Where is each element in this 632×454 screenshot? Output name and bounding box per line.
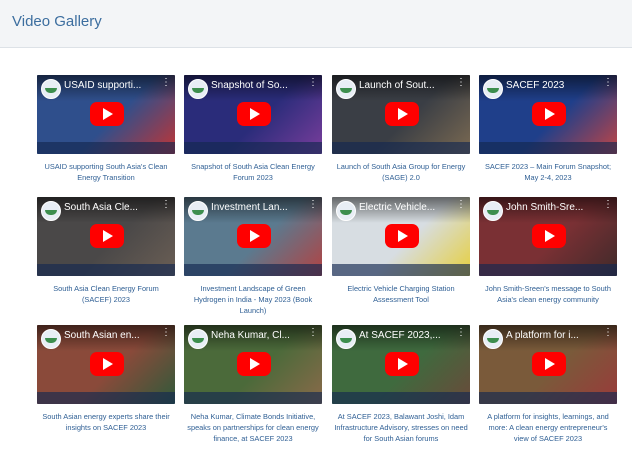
thumbnail-title[interactable]: South Asia Cle...	[64, 202, 156, 213]
video-card[interactable]: Electric Vehicle... ⋮ Electric Vehicle Cha…	[332, 197, 470, 305]
thumbnail-title[interactable]: South Asian en...	[64, 330, 156, 341]
video-caption[interactable]: South Asia Clean Energy Forum (SACEF) 20…	[37, 283, 175, 305]
thumbnail-title[interactable]: SACEF 2023	[506, 80, 598, 91]
thumbnail-lower-band	[184, 264, 322, 276]
video-thumbnail[interactable]: USAID supporti... ⋮	[37, 75, 175, 154]
play-button-icon[interactable]	[237, 224, 271, 248]
channel-logo-icon	[483, 329, 503, 349]
thumbnail-lower-band	[184, 392, 322, 404]
thumbnail-lower-band	[37, 392, 175, 404]
video-card[interactable]: Launch of Sout... ⋮ Launch of South Asia G…	[332, 75, 470, 183]
video-thumbnail[interactable]: SACEF 2023 ⋮	[479, 75, 617, 154]
more-vert-icon[interactable]: ⋮	[161, 200, 171, 210]
play-button-icon[interactable]	[532, 352, 566, 376]
play-button-icon[interactable]	[90, 224, 124, 248]
video-caption[interactable]: USAID supporting South Asia's Clean Ener…	[37, 161, 175, 183]
play-button-icon[interactable]	[532, 102, 566, 126]
thumbnail-title[interactable]: John Smith-Sre...	[506, 202, 598, 213]
thumbnail-lower-band	[37, 264, 175, 276]
more-vert-icon[interactable]: ⋮	[308, 328, 318, 338]
thumbnail-title[interactable]: USAID supporti...	[64, 80, 156, 91]
thumbnail-lower-band	[479, 264, 617, 276]
more-vert-icon[interactable]: ⋮	[308, 200, 318, 210]
channel-logo-icon	[188, 329, 208, 349]
video-card[interactable]: At SACEF 2023,... ⋮ At SACEF 2023, Balawan…	[332, 325, 470, 444]
play-button-icon[interactable]	[90, 352, 124, 376]
thumbnail-lower-band	[332, 392, 470, 404]
play-button-icon[interactable]	[237, 352, 271, 376]
more-vert-icon[interactable]: ⋮	[456, 200, 466, 210]
channel-logo-icon	[41, 329, 61, 349]
video-thumbnail[interactable]: Snapshot of So... ⋮	[184, 75, 322, 154]
thumbnail-title[interactable]: Neha Kumar, Cl...	[211, 330, 303, 341]
thumbnail-lower-band	[37, 142, 175, 154]
play-button-icon[interactable]	[90, 102, 124, 126]
channel-logo-icon	[41, 201, 61, 221]
video-thumbnail[interactable]: A platform for i... ⋮	[479, 325, 617, 404]
video-caption[interactable]: At SACEF 2023, Balawant Joshi, Idam Infr…	[332, 411, 470, 444]
more-vert-icon[interactable]: ⋮	[603, 78, 613, 88]
video-grid: USAID supporti... ⋮ USAID supporting South…	[0, 0, 632, 454]
video-card[interactable]: Investment Lan... ⋮ Investment Landscape o…	[184, 197, 322, 316]
video-thumbnail[interactable]: Investment Lan... ⋮	[184, 197, 322, 276]
thumbnail-title[interactable]: Electric Vehicle...	[359, 202, 451, 213]
thumbnail-title[interactable]: At SACEF 2023,...	[359, 330, 451, 341]
video-caption[interactable]: Electric Vehicle Charging Station Assess…	[332, 283, 470, 305]
channel-logo-icon	[41, 79, 61, 99]
video-caption[interactable]: Launch of South Asia Group for Energy (S…	[332, 161, 470, 183]
more-vert-icon[interactable]: ⋮	[456, 328, 466, 338]
channel-logo-icon	[188, 201, 208, 221]
video-card[interactable]: John Smith-Sre... ⋮ John Smith-Sreen's mes…	[479, 197, 617, 305]
video-thumbnail[interactable]: John Smith-Sre... ⋮	[479, 197, 617, 276]
video-caption[interactable]: Investment Landscape of Green Hydrogen i…	[184, 283, 322, 316]
more-vert-icon[interactable]: ⋮	[161, 328, 171, 338]
thumbnail-lower-band	[332, 264, 470, 276]
more-vert-icon[interactable]: ⋮	[456, 78, 466, 88]
video-card[interactable]: A platform for i... ⋮ A platform for insig…	[479, 325, 617, 444]
play-button-icon[interactable]	[237, 102, 271, 126]
play-button-icon[interactable]	[385, 224, 419, 248]
video-caption[interactable]: South Asian energy experts share their i…	[37, 411, 175, 433]
channel-logo-icon	[483, 201, 503, 221]
thumbnail-lower-band	[184, 142, 322, 154]
channel-logo-icon	[188, 79, 208, 99]
play-button-icon[interactable]	[385, 352, 419, 376]
video-card[interactable]: South Asian en... ⋮ South Asian energy exp…	[37, 325, 175, 433]
channel-logo-icon	[336, 201, 356, 221]
thumbnail-title[interactable]: Investment Lan...	[211, 202, 303, 213]
video-card[interactable]: SACEF 2023 ⋮ SACEF 2023 – Main Forum Snaps…	[479, 75, 617, 183]
video-card[interactable]: South Asia Cle... ⋮ South Asia Clean Energ…	[37, 197, 175, 305]
video-caption[interactable]: A platform for insights, learnings, and …	[479, 411, 617, 444]
thumbnail-title[interactable]: Snapshot of So...	[211, 80, 303, 91]
video-caption[interactable]: Snapshot of South Asia Clean Energy Foru…	[184, 161, 322, 183]
thumbnail-lower-band	[479, 142, 617, 154]
more-vert-icon[interactable]: ⋮	[308, 78, 318, 88]
video-caption[interactable]: SACEF 2023 – Main Forum Snapshot; May 2-…	[479, 161, 617, 183]
play-button-icon[interactable]	[385, 102, 419, 126]
play-button-icon[interactable]	[532, 224, 566, 248]
more-vert-icon[interactable]: ⋮	[603, 200, 613, 210]
thumbnail-title[interactable]: Launch of Sout...	[359, 80, 451, 91]
video-thumbnail[interactable]: Electric Vehicle... ⋮	[332, 197, 470, 276]
video-thumbnail[interactable]: South Asia Cle... ⋮	[37, 197, 175, 276]
video-card[interactable]: Neha Kumar, Cl... ⋮ Neha Kumar, Climate Bo…	[184, 325, 322, 444]
video-caption[interactable]: Neha Kumar, Climate Bonds Initiative, sp…	[184, 411, 322, 444]
video-thumbnail[interactable]: Launch of Sout... ⋮	[332, 75, 470, 154]
video-caption[interactable]: John Smith-Sreen's message to South Asia…	[479, 283, 617, 305]
video-card[interactable]: Snapshot of So... ⋮ Snapshot of South Asia…	[184, 75, 322, 183]
video-card[interactable]: USAID supporti... ⋮ USAID supporting South…	[37, 75, 175, 183]
channel-logo-icon	[336, 79, 356, 99]
channel-logo-icon	[483, 79, 503, 99]
thumbnail-title[interactable]: A platform for i...	[506, 330, 598, 341]
video-thumbnail[interactable]: Neha Kumar, Cl... ⋮	[184, 325, 322, 404]
more-vert-icon[interactable]: ⋮	[603, 328, 613, 338]
thumbnail-lower-band	[332, 142, 470, 154]
thumbnail-lower-band	[479, 392, 617, 404]
video-thumbnail[interactable]: South Asian en... ⋮	[37, 325, 175, 404]
video-thumbnail[interactable]: At SACEF 2023,... ⋮	[332, 325, 470, 404]
more-vert-icon[interactable]: ⋮	[161, 78, 171, 88]
channel-logo-icon	[336, 329, 356, 349]
